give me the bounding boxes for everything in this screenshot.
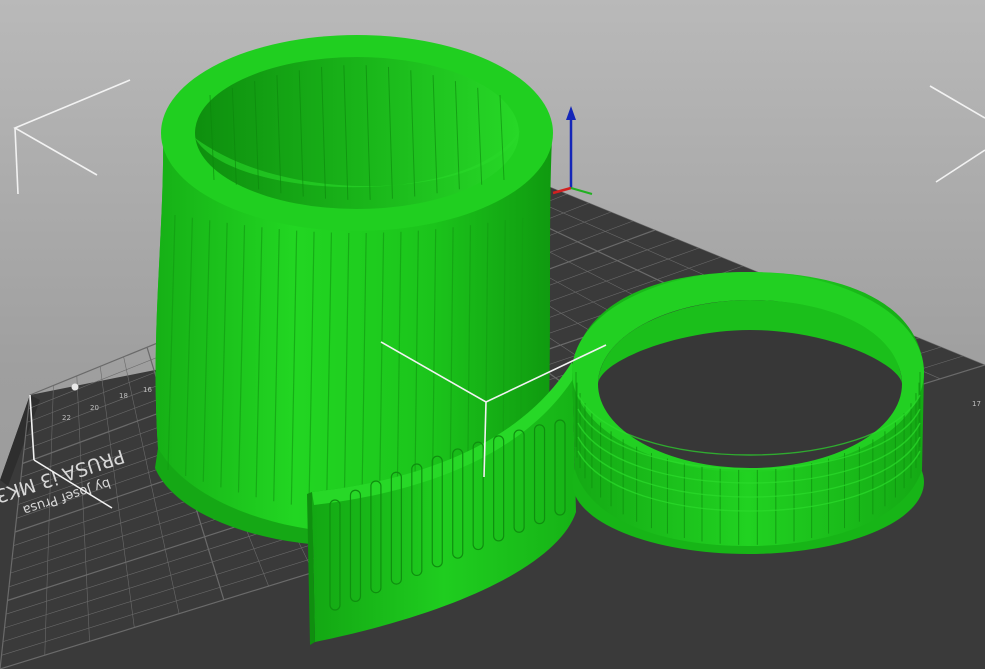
bed-tick-label: 17 (972, 400, 981, 408)
bed-tick-label: 20 (90, 404, 99, 412)
bed-tick-label: 18 (119, 392, 128, 400)
bed-tick-label: 16 (143, 386, 152, 394)
ring-band[interactable] (572, 272, 924, 554)
3d-viewport[interactable]: PRUSA i3 MK3 by Josef Prusa 16 18 20 22 … (0, 0, 985, 669)
bed-mount-hole (71, 383, 79, 391)
axes-gizmo-icon (552, 106, 593, 195)
bed-tick-label: 22 (62, 414, 71, 422)
3d-scene[interactable]: PRUSA i3 MK3 by Josef Prusa 16 18 20 22 … (0, 0, 985, 669)
